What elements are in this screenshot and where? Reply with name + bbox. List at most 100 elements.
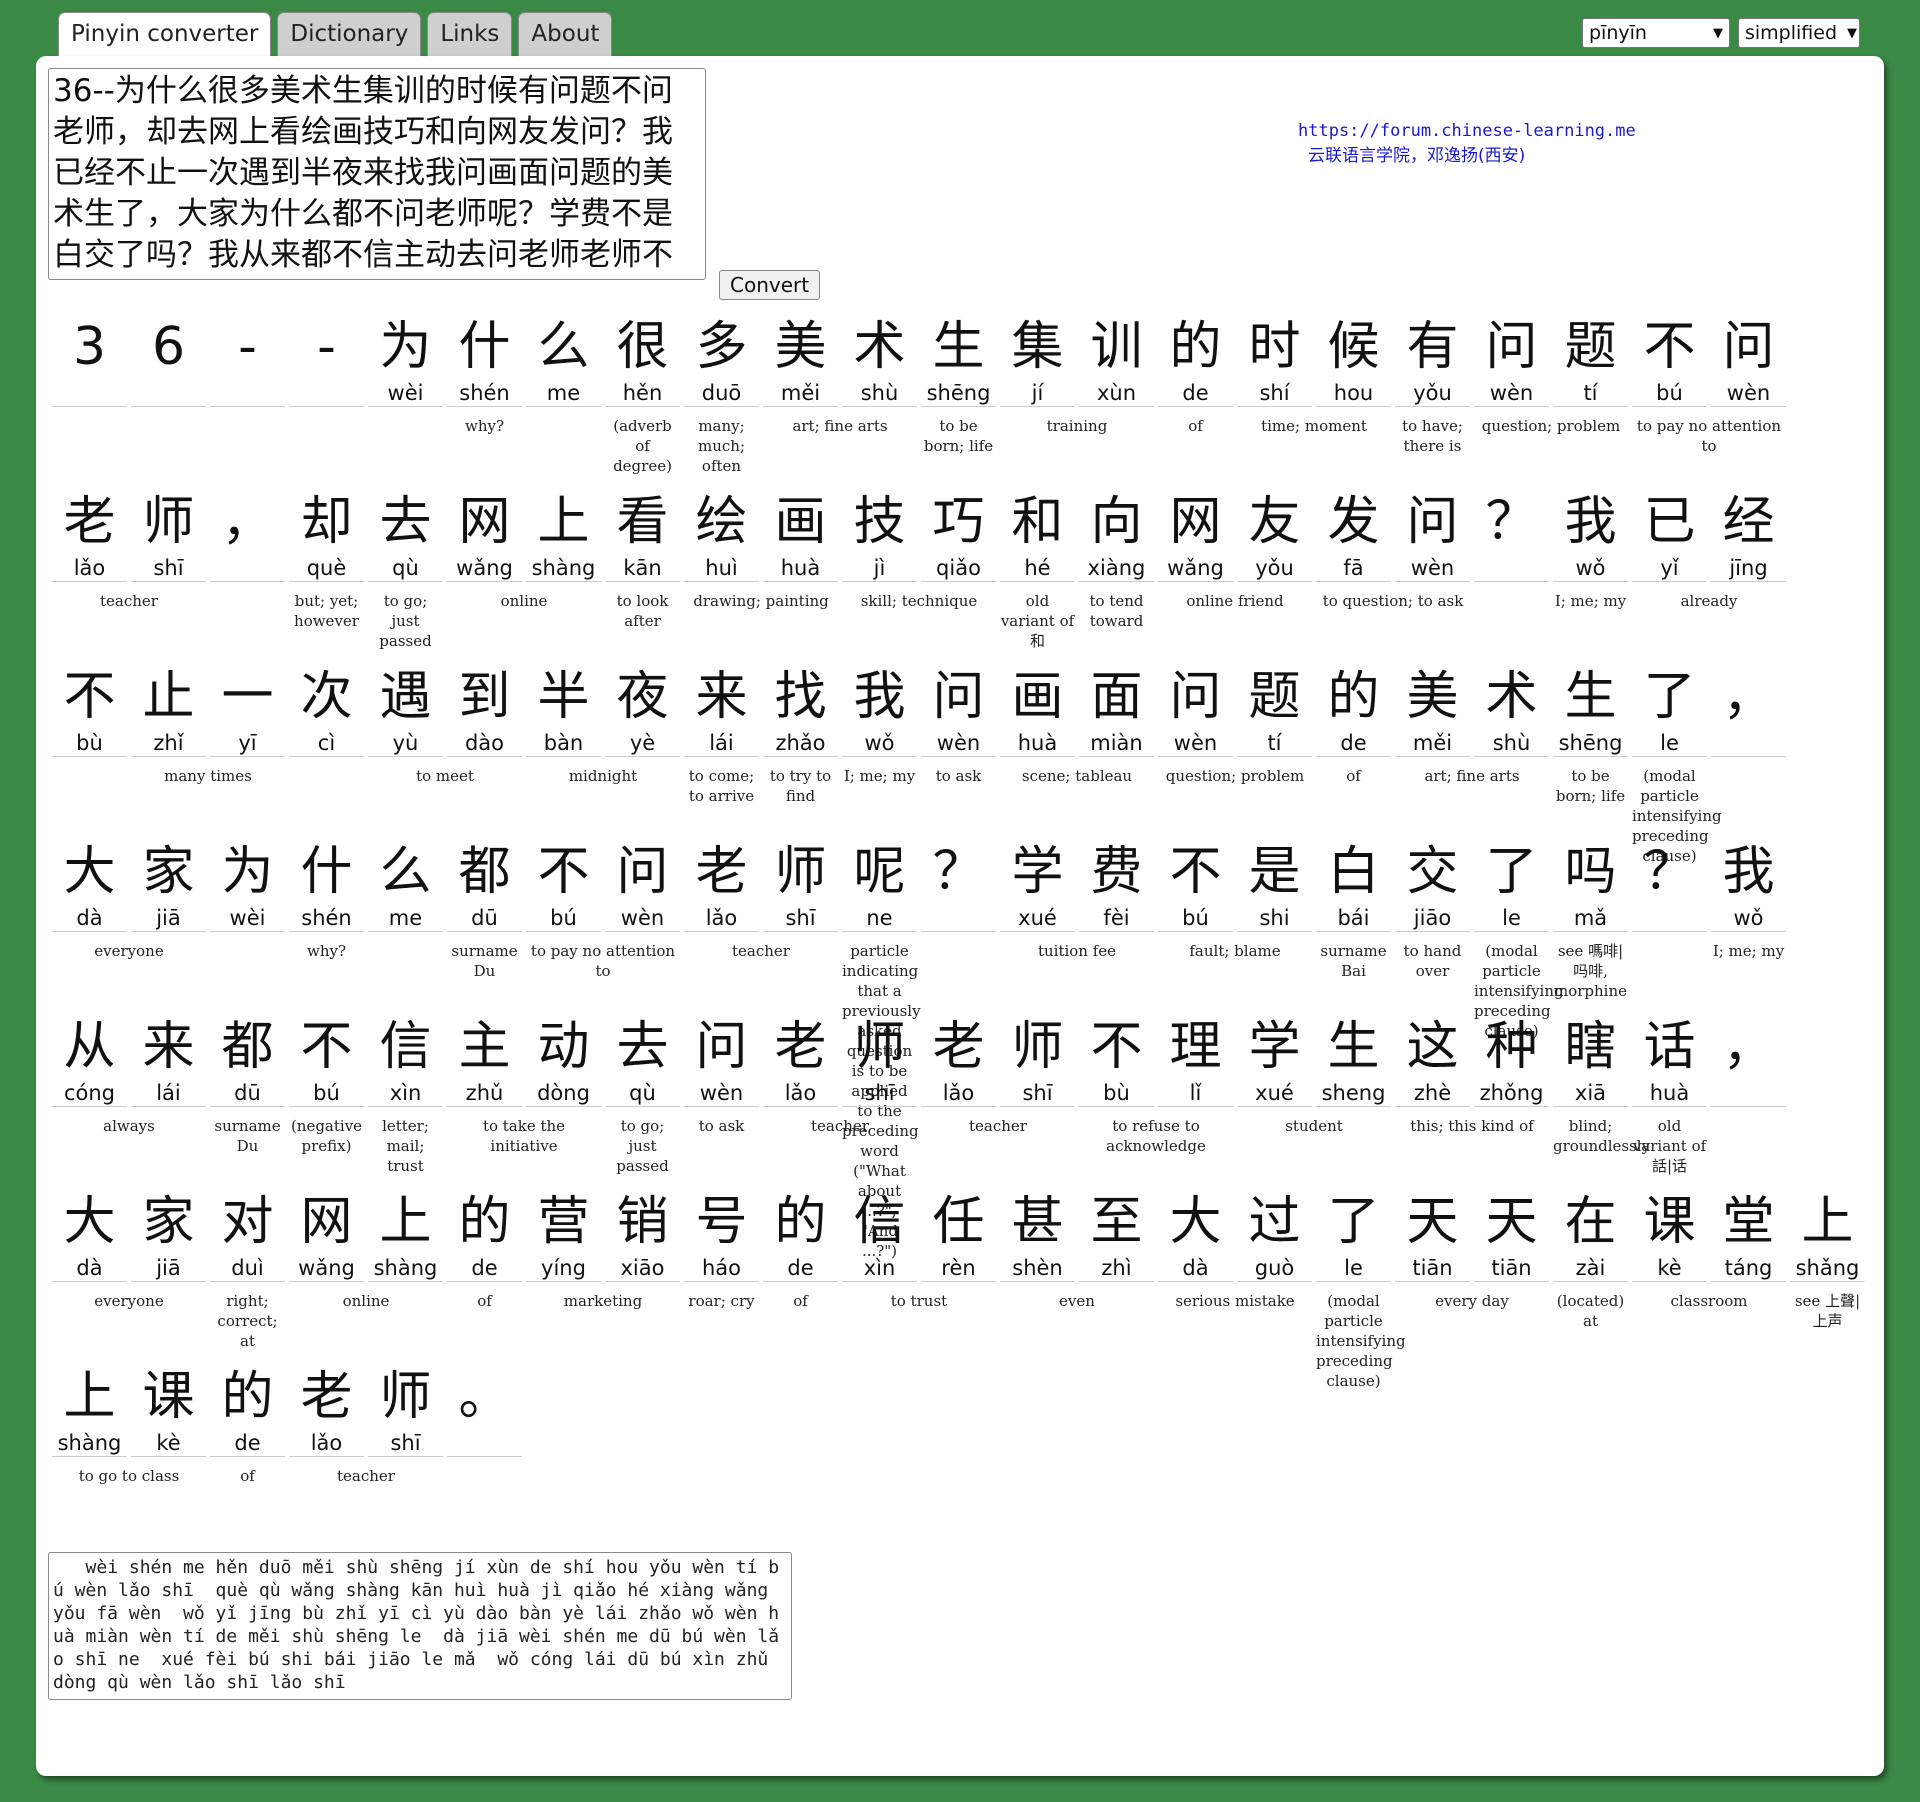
- char-cell[interactable]: 么 me: [366, 839, 445, 932]
- char-cell[interactable]: 甚 shèn: [998, 1189, 1077, 1282]
- char-cell[interactable]: ，: [1709, 664, 1788, 757]
- char-cell[interactable]: ？: [919, 839, 998, 932]
- char-cell[interactable]: -: [287, 314, 366, 407]
- char-cell[interactable]: 么 me: [524, 314, 603, 407]
- char-cell[interactable]: 时 shí: [1235, 314, 1314, 407]
- char-cell[interactable]: 生 sheng: [1314, 1014, 1393, 1107]
- char-cell[interactable]: 问 wèn: [1709, 314, 1788, 407]
- char-cell[interactable]: 师 shī: [998, 1014, 1077, 1107]
- char-cell[interactable]: 这 zhè: [1393, 1014, 1472, 1107]
- char-cell[interactable]: 美 měi: [761, 314, 840, 407]
- char-cell[interactable]: 主 zhǔ: [445, 1014, 524, 1107]
- char-cell[interactable]: 的 de: [1314, 664, 1393, 757]
- char-cell[interactable]: 大 dà: [50, 1189, 129, 1282]
- char-cell[interactable]: 师 shī: [129, 489, 208, 582]
- char-cell[interactable]: 上 shàng: [524, 489, 603, 582]
- char-cell[interactable]: 不 bú: [1156, 839, 1235, 932]
- forum-link[interactable]: https://forum.chinese-learning.me: [1298, 121, 1636, 141]
- char-cell[interactable]: 我 wǒ: [1709, 839, 1788, 932]
- char-cell[interactable]: 了 le: [1314, 1189, 1393, 1282]
- char-cell[interactable]: 生 shēng: [919, 314, 998, 407]
- char-cell[interactable]: 问 wèn: [919, 664, 998, 757]
- char-cell[interactable]: 为 wèi: [366, 314, 445, 407]
- char-cell[interactable]: 我 wǒ: [840, 664, 919, 757]
- char-cell[interactable]: 费 fèi: [1077, 839, 1156, 932]
- char-cell[interactable]: 都 dū: [445, 839, 524, 932]
- char-cell[interactable]: 技 jì: [840, 489, 919, 582]
- char-cell[interactable]: 术 shù: [840, 314, 919, 407]
- char-cell[interactable]: 多 duō: [682, 314, 761, 407]
- char-cell[interactable]: 什 shén: [445, 314, 524, 407]
- char-cell[interactable]: 一 yī: [208, 664, 287, 757]
- char-cell[interactable]: 止 zhǐ: [129, 664, 208, 757]
- tab-links[interactable]: Links: [427, 12, 513, 57]
- char-cell[interactable]: 瞎 xiā: [1551, 1014, 1630, 1107]
- char-cell[interactable]: 天 tiān: [1393, 1189, 1472, 1282]
- convert-button[interactable]: Convert: [719, 270, 821, 300]
- char-cell[interactable]: 至 zhì: [1077, 1189, 1156, 1282]
- chinese-input-textarea[interactable]: 36--为什么很多美术生集训的时候有问题不问老师，却去网上看绘画技巧和向网友发问…: [48, 68, 706, 280]
- char-cell[interactable]: 号 háo: [682, 1189, 761, 1282]
- char-cell[interactable]: 动 dòng: [524, 1014, 603, 1107]
- char-cell[interactable]: 课 kè: [1630, 1189, 1709, 1282]
- char-cell[interactable]: 老 lǎo: [287, 1364, 366, 1457]
- char-cell[interactable]: 网 wǎng: [445, 489, 524, 582]
- tab-dictionary[interactable]: Dictionary: [277, 12, 422, 57]
- char-cell[interactable]: -: [208, 314, 287, 407]
- char-cell[interactable]: 天 tiān: [1472, 1189, 1551, 1282]
- char-cell[interactable]: ？: [1472, 489, 1551, 582]
- char-cell[interactable]: 老 lǎo: [919, 1014, 998, 1107]
- char-cell[interactable]: 白 bái: [1314, 839, 1393, 932]
- char-cell[interactable]: 问 wèn: [603, 839, 682, 932]
- char-cell[interactable]: 上 shàng: [50, 1364, 129, 1457]
- char-cell[interactable]: 大 dà: [50, 839, 129, 932]
- char-cell[interactable]: 遇 yù: [366, 664, 445, 757]
- char-cell[interactable]: 都 dū: [208, 1014, 287, 1107]
- char-cell[interactable]: 不 bù: [1077, 1014, 1156, 1107]
- char-cell[interactable]: ，: [1709, 1014, 1788, 1107]
- char-cell[interactable]: 问 wèn: [682, 1014, 761, 1107]
- char-cell[interactable]: 3: [50, 314, 129, 407]
- char-cell[interactable]: 问 wèn: [1156, 664, 1235, 757]
- char-cell[interactable]: 吗 mǎ: [1551, 839, 1630, 932]
- char-cell[interactable]: 集 jí: [998, 314, 1077, 407]
- char-cell[interactable]: 训 xùn: [1077, 314, 1156, 407]
- char-cell[interactable]: 老 lǎo: [50, 489, 129, 582]
- char-cell[interactable]: 什 shén: [287, 839, 366, 932]
- char-cell[interactable]: 我 wǒ: [1551, 489, 1630, 582]
- char-cell[interactable]: 信 xìn: [840, 1189, 919, 1282]
- char-cell[interactable]: 。: [445, 1364, 524, 1457]
- char-cell[interactable]: 却 què: [287, 489, 366, 582]
- char-cell[interactable]: 网 wǎng: [287, 1189, 366, 1282]
- char-cell[interactable]: 上 shǎng: [1788, 1189, 1867, 1282]
- char-cell[interactable]: 已 yǐ: [1630, 489, 1709, 582]
- tab-pinyin-converter[interactable]: Pinyin converter: [58, 12, 272, 60]
- char-cell[interactable]: 在 zài: [1551, 1189, 1630, 1282]
- char-cell[interactable]: 课 kè: [129, 1364, 208, 1457]
- char-cell[interactable]: 销 xiāo: [603, 1189, 682, 1282]
- char-cell[interactable]: 到 dào: [445, 664, 524, 757]
- char-cell[interactable]: 次 cì: [287, 664, 366, 757]
- char-cell[interactable]: 来 lái: [682, 664, 761, 757]
- char-cell[interactable]: 了 le: [1630, 664, 1709, 757]
- char-cell[interactable]: 学 xué: [998, 839, 1077, 932]
- char-cell[interactable]: 半 bàn: [524, 664, 603, 757]
- char-cell[interactable]: 种 zhǒng: [1472, 1014, 1551, 1107]
- char-cell[interactable]: 的 de: [445, 1189, 524, 1282]
- char-cell[interactable]: 交 jiāo: [1393, 839, 1472, 932]
- char-cell[interactable]: 友 yǒu: [1235, 489, 1314, 582]
- char-cell[interactable]: 的 de: [761, 1189, 840, 1282]
- char-cell[interactable]: 的 de: [1156, 314, 1235, 407]
- char-cell[interactable]: 画 huà: [761, 489, 840, 582]
- char-cell[interactable]: 师 shī: [840, 1014, 919, 1107]
- char-cell[interactable]: 向 xiàng: [1077, 489, 1156, 582]
- char-cell[interactable]: 夜 yè: [603, 664, 682, 757]
- tab-about[interactable]: About: [518, 12, 613, 57]
- char-cell[interactable]: 家 jiā: [129, 1189, 208, 1282]
- char-cell[interactable]: 为 wèi: [208, 839, 287, 932]
- char-cell[interactable]: 生 shēng: [1551, 664, 1630, 757]
- char-cell[interactable]: 找 zhǎo: [761, 664, 840, 757]
- char-cell[interactable]: 经 jīng: [1709, 489, 1788, 582]
- char-cell[interactable]: 家 jiā: [129, 839, 208, 932]
- script-select[interactable]: simplified ▼: [1738, 18, 1860, 48]
